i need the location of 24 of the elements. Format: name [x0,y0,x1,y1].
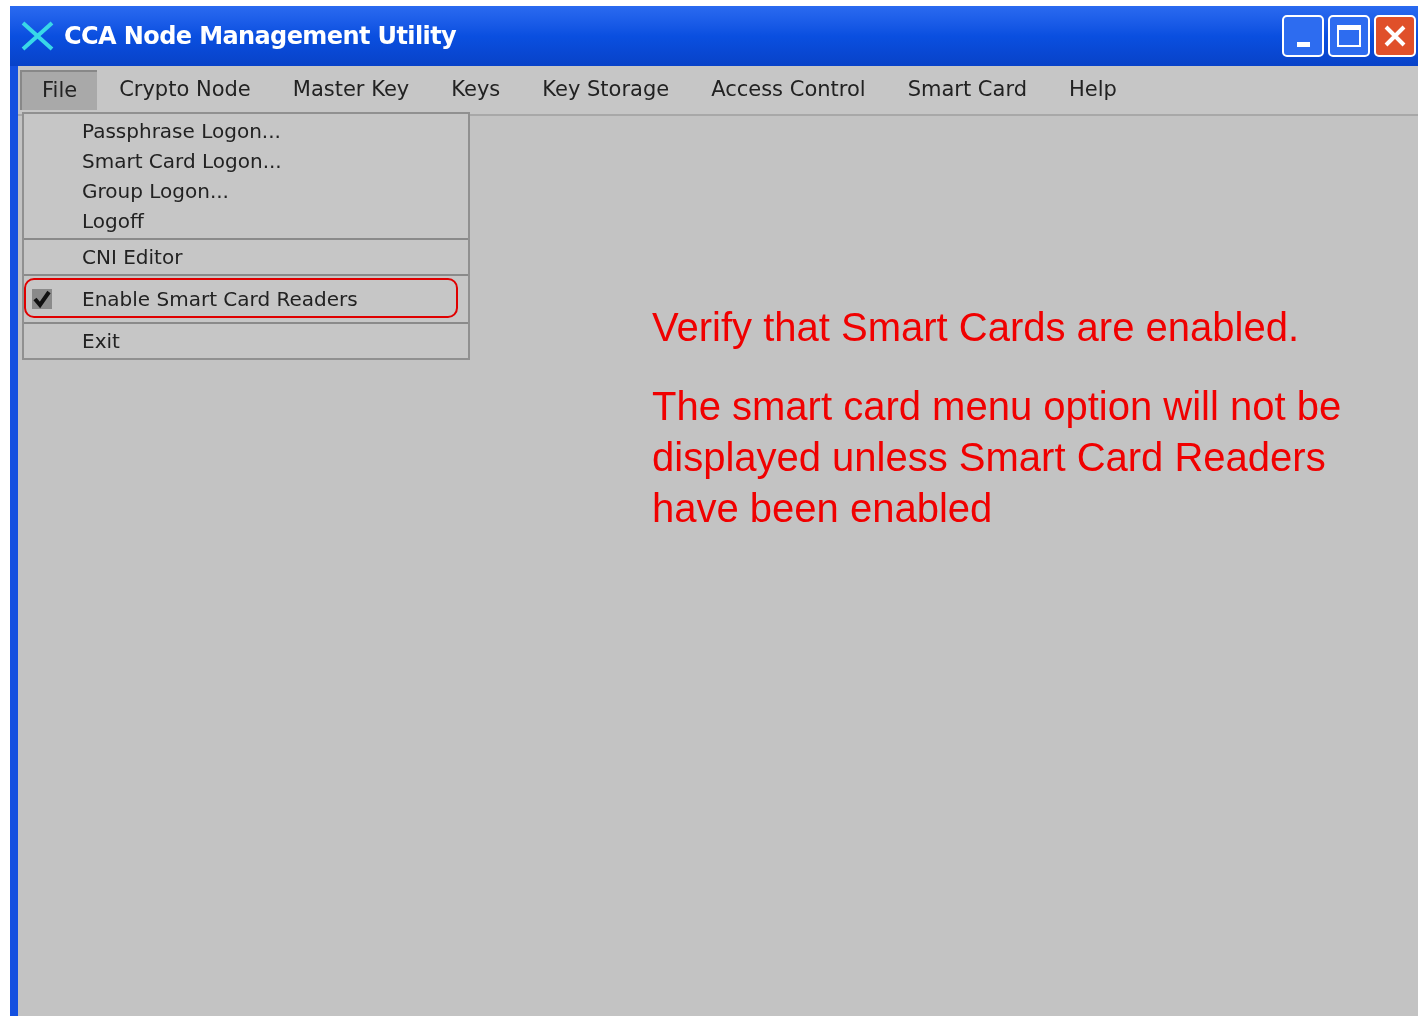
dropdown-item[interactable]: Group Logon... [24,176,468,206]
menu-item[interactable]: Access Control [691,70,886,110]
menu-item[interactable]: Smart Card [887,70,1047,110]
close-icon [1383,24,1407,48]
menu-item[interactable]: Master Key [272,70,430,110]
maximize-button[interactable] [1328,15,1370,57]
annotation-text: The smart card menu option will not be displayed unless Smart Card Readers have been enabled [652,383,1343,532]
dropdown-item[interactable]: Passphrase Logon... [24,116,468,146]
menu-item[interactable]: Key Storage [522,70,690,110]
dropdown-item[interactable]: CNI Editor [24,242,468,272]
window-title: CCA Node Management Utility [64,21,457,52]
dropdown-item[interactable]: Enable Smart Card Readers [82,284,358,314]
dropdown-item[interactable]: Smart Card Logon... [24,146,468,176]
checkbox-icon[interactable] [32,289,52,309]
menu-item[interactable]: Crypto Node [99,70,271,110]
annotation-text: Verify that Smart Cards are enabled. [652,304,1300,351]
cross-logo-icon [20,20,56,52]
menu-item[interactable]: Help [1049,70,1137,110]
menu-item[interactable]: Keys [431,70,521,110]
close-button[interactable] [1374,15,1416,57]
dropdown-item[interactable]: Exit [24,326,468,356]
minimize-button[interactable] [1282,15,1324,57]
dropdown-item[interactable]: Logoff [24,206,468,236]
menu-item[interactable]: File [20,70,98,110]
